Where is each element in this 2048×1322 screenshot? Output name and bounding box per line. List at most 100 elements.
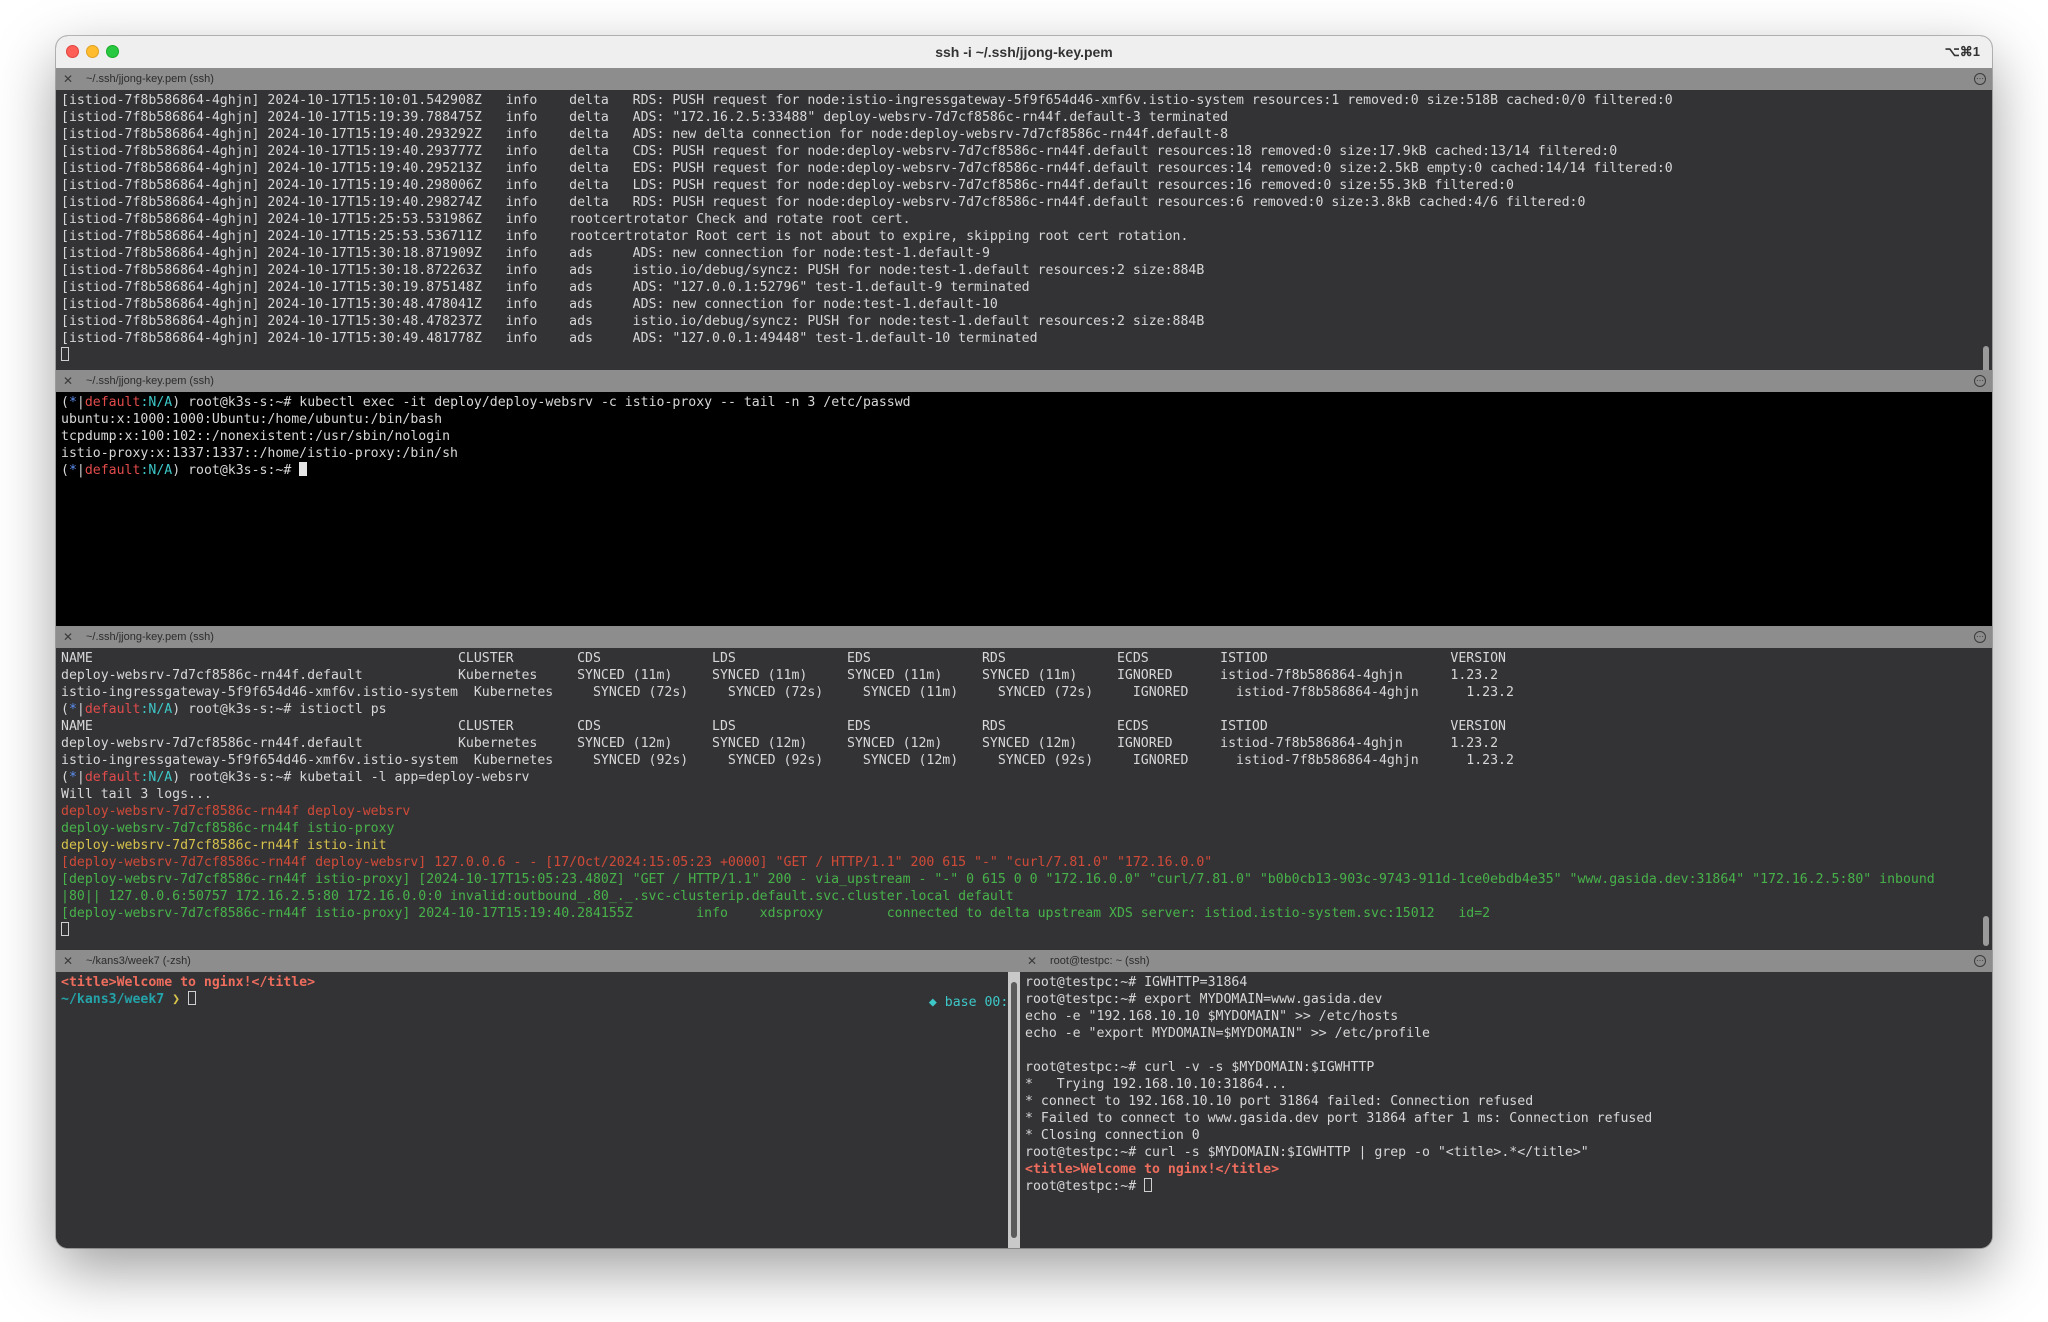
prompt-line: root@testpc:~# bbox=[1025, 1178, 1992, 1195]
prompt-line: ~/kans3/week7 ❯ bbox=[61, 991, 1064, 1008]
pane-menu-icon[interactable]: ⋯ bbox=[1974, 955, 1986, 967]
output-line: root@testpc:~# curl -s $MYDOMAIN:$IGWHTT… bbox=[1025, 1145, 1589, 1160]
pod-line: deploy-websrv-7d7cf8586c-rn44f istio-ini… bbox=[61, 838, 387, 853]
output-line: echo -e "192.168.10.10 $MYDOMAIN" >> /et… bbox=[1025, 1009, 1399, 1024]
window-shortcut: ⌥⌘1 bbox=[1944, 44, 1980, 59]
close-pane-icon[interactable]: ✕ bbox=[63, 68, 73, 90]
command-text: kubectl exec -it deploy/deploy-websrv -c… bbox=[299, 395, 911, 410]
cursor-line bbox=[61, 347, 1992, 364]
prompt-line: (*|default:N/A) root@k3s-s:~# istioctl p… bbox=[61, 701, 1992, 718]
output-line: echo -e "export MYDOMAIN=$MYDOMAIN" >> /… bbox=[1025, 1026, 1430, 1041]
log-line: [deploy-websrv-7d7cf8586c-rn44f istio-pr… bbox=[61, 906, 1491, 921]
prompt-close: ) bbox=[172, 770, 181, 785]
log-line: [istiod-7f8b586864-4ghjn] 2024-10-17T15:… bbox=[61, 263, 1205, 278]
table-row: deploy-websrv-7d7cf8586c-rn44f.default K… bbox=[61, 736, 1499, 751]
conda-icon: ◆ bbox=[928, 995, 945, 1010]
prompt-close: ) bbox=[172, 463, 181, 478]
scrollbar[interactable] bbox=[1983, 346, 1989, 370]
pane-title: ~/.ssh/jjong-key.pem (ssh) bbox=[86, 73, 214, 85]
table-row: istio-ingressgateway-5f9f654d46-xmf6v.is… bbox=[61, 753, 1514, 768]
prompt-star: * bbox=[68, 463, 77, 478]
prompt-user: root@k3s-s:~# bbox=[180, 702, 300, 717]
output-line: ubuntu:x:1000:1000:Ubuntu:/home/ubuntu:/… bbox=[61, 412, 443, 427]
prompt-star: * bbox=[68, 395, 77, 410]
scrollbar[interactable] bbox=[1983, 916, 1989, 946]
prompt-context: default bbox=[84, 395, 141, 410]
prompt-open: ( bbox=[61, 463, 69, 478]
output-line: root@testpc:~# export MYDOMAIN=www.gasid… bbox=[1025, 992, 1383, 1007]
output-line: * Closing connection 0 bbox=[1025, 1128, 1200, 1143]
pane-title: ~/kans3/week7 (-zsh) bbox=[86, 955, 191, 967]
pane-menu-icon[interactable]: ⋯ bbox=[1974, 375, 1986, 387]
output-line: tcpdump:x:100:102::/nonexistent:/usr/sbi… bbox=[61, 429, 451, 444]
prompt-bar: | bbox=[76, 702, 85, 717]
pane-testpc-ssh[interactable]: ✕ root@testpc: ~ (ssh) ⋯ root@testpc:~# … bbox=[1020, 950, 1992, 1248]
prompt-path: ~/kans3/week7 bbox=[61, 992, 165, 1007]
pane-istiod-logs[interactable]: ✕ ~/.ssh/jjong-key.pem (ssh) ⋯ [istiod-7… bbox=[56, 68, 1992, 370]
terminal-output[interactable]: <title>Welcome to nginx!</title> ~/kans3… bbox=[56, 972, 1064, 1248]
log-line: [istiod-7f8b586864-4ghjn] 2024-10-17T15:… bbox=[61, 246, 990, 261]
window-title: ssh -i ~/.ssh/jjong-key.pem bbox=[935, 44, 1113, 60]
close-pane-icon[interactable]: ✕ bbox=[63, 626, 73, 648]
log-line: [istiod-7f8b586864-4ghjn] 2024-10-17T15:… bbox=[61, 297, 998, 312]
prompt-user: root@k3s-s:~# bbox=[180, 395, 300, 410]
pod-line: deploy-websrv-7d7cf8586c-rn44f deploy-we… bbox=[61, 804, 411, 819]
scrollbar-thumb[interactable] bbox=[1011, 982, 1017, 1238]
close-pane-icon[interactable]: ✕ bbox=[63, 950, 73, 972]
prompt-line: (*|default:N/A) root@k3s-s:~# kubectl ex… bbox=[61, 394, 1992, 411]
table-header-row: NAME CLUSTER CDS LDS EDS RDS ECDS ISTIOD… bbox=[61, 719, 1506, 734]
command-text: istioctl ps bbox=[299, 702, 387, 717]
prompt-close: ) bbox=[172, 702, 181, 717]
pane-local-zsh[interactable]: ✕ ~/kans3/week7 (-zsh) ⋯ <title>Welcome … bbox=[56, 950, 1064, 1248]
text-cursor bbox=[299, 462, 308, 476]
text-cursor bbox=[61, 922, 69, 936]
pane-menu-icon[interactable]: ⋯ bbox=[1974, 631, 1986, 643]
terminal-output[interactable]: [istiod-7f8b586864-4ghjn] 2024-10-17T15:… bbox=[56, 90, 1992, 370]
prompt-namespace: :N/A bbox=[140, 463, 173, 478]
log-line: |80|| 127.0.0.6:50757 172.16.2.5:80 172.… bbox=[61, 889, 1014, 904]
log-line: [istiod-7f8b586864-4ghjn] 2024-10-17T15:… bbox=[61, 93, 1673, 108]
table-row: deploy-websrv-7d7cf8586c-rn44f.default K… bbox=[61, 668, 1499, 683]
output-line: * Trying 192.168.10.10:31864... bbox=[1025, 1077, 1288, 1092]
close-pane-icon[interactable]: ✕ bbox=[63, 370, 73, 392]
pane-header: ✕ root@testpc: ~ (ssh) ⋯ bbox=[1020, 950, 1992, 972]
log-line: [istiod-7f8b586864-4ghjn] 2024-10-17T15:… bbox=[61, 144, 1618, 159]
prompt-close: ) bbox=[172, 395, 181, 410]
prompt-open: ( bbox=[61, 770, 69, 785]
log-line: [deploy-websrv-7d7cf8586c-rn44f deploy-w… bbox=[61, 855, 1213, 870]
output-line: root@testpc:~# curl -v -s $MYDOMAIN:$IGW… bbox=[1025, 1060, 1375, 1075]
prompt-user: root@k3s-s:~# bbox=[180, 770, 300, 785]
log-line: [istiod-7f8b586864-4ghjn] 2024-10-17T15:… bbox=[61, 178, 1514, 193]
prompt-context: default bbox=[84, 463, 141, 478]
pod-line: deploy-websrv-7d7cf8586c-rn44f istio-pro… bbox=[61, 821, 395, 836]
pane-istioctl-kubetail[interactable]: ✕ ~/.ssh/jjong-key.pem (ssh) ⋯ NAME CLUS… bbox=[56, 626, 1992, 950]
title-bar: ssh -i ~/.ssh/jjong-key.pem ⌥⌘1 bbox=[56, 36, 1992, 69]
prompt-line: (*|default:N/A) root@k3s-s:~# bbox=[61, 462, 1992, 479]
prompt-star: * bbox=[68, 770, 77, 785]
prompt-line: (*|default:N/A) root@k3s-s:~# kubetail -… bbox=[61, 769, 1992, 786]
pane-splitter[interactable] bbox=[1008, 972, 1020, 1248]
output-line: Will tail 3 logs... bbox=[61, 787, 212, 802]
log-line: [istiod-7f8b586864-4ghjn] 2024-10-17T15:… bbox=[61, 127, 1229, 142]
pane-kubectl-exec[interactable]: ✕ ~/.ssh/jjong-key.pem (ssh) ⋯ (*|defaul… bbox=[56, 370, 1992, 626]
log-line: [deploy-websrv-7d7cf8586c-rn44f istio-pr… bbox=[61, 872, 1935, 887]
terminal-output[interactable]: NAME CLUSTER CDS LDS EDS RDS ECDS ISTIOD… bbox=[56, 648, 1992, 950]
table-row: istio-ingressgateway-5f9f654d46-xmf6v.is… bbox=[61, 685, 1514, 700]
pane-header: ✕ ~/.ssh/jjong-key.pem (ssh) ⋯ bbox=[56, 626, 1992, 648]
prompt-bar: | bbox=[76, 463, 85, 478]
pane-title: ~/.ssh/jjong-key.pem (ssh) bbox=[86, 631, 214, 643]
close-pane-icon[interactable]: ✕ bbox=[1027, 950, 1037, 972]
prompt-star: * bbox=[68, 702, 77, 717]
pane-menu-icon[interactable]: ⋯ bbox=[1974, 73, 1986, 85]
terminal-output[interactable]: (*|default:N/A) root@k3s-s:~# kubectl ex… bbox=[56, 392, 1992, 626]
output-line: * Failed to connect to www.gasida.dev po… bbox=[1025, 1111, 1653, 1126]
terminal-output[interactable]: root@testpc:~# IGWHTTP=31864 root@testpc:… bbox=[1020, 972, 1992, 1248]
prompt-bar: | bbox=[76, 770, 85, 785]
output-line: * connect to 192.168.10.10 port 31864 fa… bbox=[1025, 1094, 1534, 1109]
prompt-namespace: :N/A bbox=[140, 395, 173, 410]
log-line: [istiod-7f8b586864-4ghjn] 2024-10-17T15:… bbox=[61, 212, 911, 227]
log-line: [istiod-7f8b586864-4ghjn] 2024-10-17T15:… bbox=[61, 229, 1189, 244]
log-line: [istiod-7f8b586864-4ghjn] 2024-10-17T15:… bbox=[61, 110, 1229, 125]
pane-header: ✕ ~/.ssh/jjong-key.pem (ssh) ⋯ bbox=[56, 370, 1992, 392]
